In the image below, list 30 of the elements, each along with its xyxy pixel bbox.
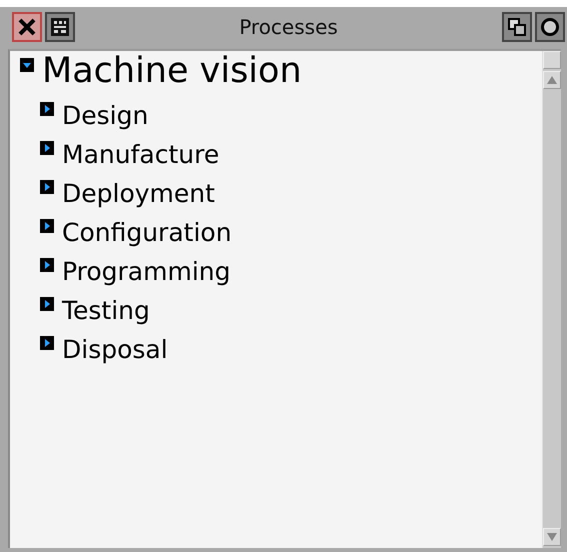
restore-button[interactable] <box>502 12 532 42</box>
overlapping-squares-icon <box>507 17 527 37</box>
tree-item[interactable]: Configuration <box>62 217 232 250</box>
expand-toggle[interactable] <box>20 58 34 72</box>
tree-item[interactable]: Testing <box>62 295 150 328</box>
tree-item[interactable]: Manufacture <box>62 139 220 172</box>
tree-item[interactable]: Programming <box>62 256 230 288</box>
expand-toggle[interactable] <box>40 258 54 272</box>
up-arrow-icon <box>546 75 558 85</box>
expand-toggle[interactable] <box>40 141 54 155</box>
scroll-up-button[interactable] <box>543 71 561 89</box>
circle-icon <box>540 17 560 37</box>
tree-item[interactable]: Disposal <box>62 334 168 366</box>
scroll-down-button[interactable] <box>543 528 561 546</box>
expand-toggle[interactable] <box>40 219 54 233</box>
grid-icon <box>51 18 69 36</box>
close-button[interactable] <box>12 12 42 42</box>
expand-toggle[interactable] <box>40 336 54 350</box>
expand-toggle[interactable] <box>40 180 54 194</box>
tree-item[interactable]: Design <box>62 100 148 132</box>
window-title: Processes <box>238 15 339 39</box>
tree-item[interactable]: Machine vision <box>42 50 302 92</box>
tree-item[interactable]: Deployment <box>62 178 215 210</box>
close-icon <box>16 16 38 38</box>
menu-button[interactable] <box>45 12 75 42</box>
expand-toggle[interactable] <box>40 102 54 116</box>
circle-button[interactable] <box>535 12 565 42</box>
down-arrow-icon <box>546 532 558 542</box>
expand-toggle[interactable] <box>40 297 54 311</box>
scrollbar[interactable] <box>542 51 561 548</box>
